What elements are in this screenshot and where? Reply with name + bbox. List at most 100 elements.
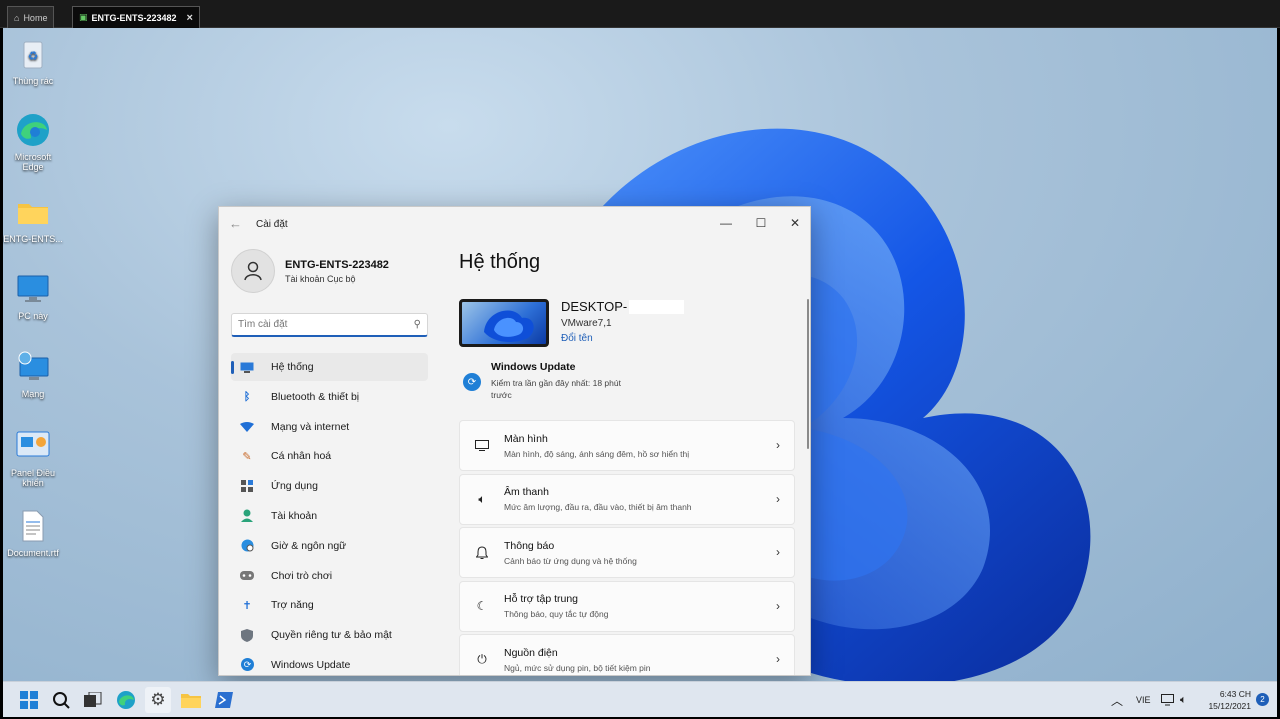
sidebar-item-label: Tài khoản <box>271 509 318 522</box>
task-view-button[interactable] <box>80 687 106 713</box>
card-title: Nguồn điện <box>504 646 558 659</box>
scrollbar[interactable] <box>807 299 809 449</box>
sidebar-item-system[interactable]: Hệ thống <box>231 353 428 381</box>
card-subtitle: Màn hình, độ sáng, ánh sáng đêm, hồ sơ h… <box>504 448 690 459</box>
chevron-right-icon: › <box>776 491 780 506</box>
host-tab-label: Home <box>23 12 48 23</box>
sidebar-item-label: Trợ năng <box>271 599 314 612</box>
close-button[interactable]: ✕ <box>778 211 810 235</box>
sidebar-nav: Hệ thống ᛒ Bluetooth & thiết bị Mạng và … <box>231 353 428 675</box>
sidebar-item-label: Cá nhân hoá <box>271 450 332 463</box>
task-view-icon <box>84 692 102 707</box>
edge-icon <box>117 691 135 709</box>
input-language[interactable]: VIE <box>1136 682 1151 718</box>
taskbar: ⚙ ︿ VIE 🔈︎ 6:43 CH 15/12/2021 2 <box>3 681 1277 717</box>
windows-update-status[interactable]: ⟳ Windows Update Kiểm tra lần gần đây nh… <box>463 361 621 401</box>
accessibility-icon: ✝ <box>242 599 252 612</box>
volume-tray[interactable]: 🔈︎ <box>1180 682 1187 718</box>
desktop-icon-edge[interactable]: Microsoft Edge <box>3 112 63 172</box>
redacted-device-suffix <box>629 299 685 314</box>
host-tab-vm[interactable]: ▣ ENTG-ENTS-223482 × <box>72 6 200 28</box>
card-display[interactable]: Màn hình Màn hình, độ sáng, ánh sáng đêm,… <box>459 420 795 471</box>
user-profile[interactable]: ENTG-ENTS-223482 Tài khoản Cục bộ <box>231 249 389 293</box>
taskbar-powershell[interactable] <box>211 687 237 713</box>
taskbar-edge[interactable] <box>113 687 139 713</box>
card-title: Hỗ trợ tập trung <box>504 593 579 605</box>
close-tab-icon[interactable]: × <box>187 12 193 24</box>
desktop-icon-recycle-bin[interactable]: ♻ Thùng rác <box>3 36 63 86</box>
sidebar-item-time-language[interactable]: Giờ & ngôn ngữ <box>231 532 428 560</box>
desktop-icon-folder[interactable]: ENTG-ENTS... <box>3 194 63 244</box>
sidebar-item-label: Giờ & ngôn ngữ <box>271 539 347 552</box>
settings-cards: Màn hình Màn hình, độ sáng, ánh sáng đêm,… <box>459 420 795 675</box>
moon-icon: ☾ <box>476 599 488 613</box>
control-panel-icon <box>15 428 51 464</box>
notification-badge[interactable]: 2 <box>1256 693 1269 706</box>
host-tab-bar: ⌂ Home ▣ ENTG-ENTS-223482 × <box>0 0 1280 28</box>
chevron-right-icon: › <box>776 438 780 452</box>
powershell-icon <box>215 692 233 708</box>
back-arrow-icon[interactable]: ← <box>229 216 242 231</box>
home-icon: ⌂ <box>14 12 20 23</box>
sidebar-item-apps[interactable]: Ứng dụng <box>231 472 428 500</box>
card-notifications[interactable]: Thông báo Cảnh báo từ ứng dụng và hệ thốn… <box>459 527 795 578</box>
network-tray[interactable] <box>1161 682 1174 718</box>
profile-account-type: Tài khoản Cục bộ <box>285 273 356 284</box>
sidebar-item-windows-update[interactable]: ⟳ Windows Update <box>231 651 428 675</box>
shield-icon <box>239 627 255 643</box>
search-button[interactable] <box>48 687 74 713</box>
vm-icon: ▣ <box>79 12 88 22</box>
rename-link[interactable]: Đổi tên <box>561 333 684 344</box>
apps-icon <box>239 478 255 494</box>
page-title: Hệ thống <box>459 251 541 273</box>
search-box[interactable]: ⚲ <box>231 313 428 337</box>
taskbar-settings[interactable]: ⚙ <box>145 687 171 713</box>
folder-icon <box>181 694 201 708</box>
sidebar-item-label: Chơi trò chơi <box>271 569 333 582</box>
sidebar-item-accessibility[interactable]: ✝ Trợ năng <box>231 591 428 619</box>
wifi-icon <box>239 419 255 435</box>
taskbar-file-explorer[interactable] <box>178 687 204 713</box>
gamepad-icon <box>239 568 255 584</box>
sidebar-item-network[interactable]: Mạng và internet <box>231 413 428 441</box>
main-content: Hệ thống DESKTOP- VMware7,1 Đổi tên ⟳ Wi… <box>459 239 804 675</box>
host-tab-home[interactable]: ⌂ Home <box>7 6 55 28</box>
update-icon: ⟳ <box>239 657 255 673</box>
sidebar-item-bluetooth[interactable]: ᛒ Bluetooth & thiết bị <box>231 383 428 411</box>
card-sound[interactable]: 🔈︎ Âm thanh Mức âm lượng, đầu ra, đầu vào… <box>459 473 795 525</box>
clock[interactable]: 6:43 CH 15/12/2021 <box>1208 688 1251 712</box>
sidebar-item-accounts[interactable]: Tài khoản <box>231 502 428 530</box>
sidebar-item-label: Hệ thống <box>271 361 314 373</box>
card-subtitle: Ngủ, mức sử dụng pin, bộ tiết kiệm pin <box>504 662 651 673</box>
desktop-icon-label: Mạng <box>21 389 45 399</box>
start-button[interactable] <box>16 687 42 713</box>
desktop-icon-label: Microsoft Edge <box>14 152 52 172</box>
desktop-icon-control-panel[interactable]: Panel Điều khiển <box>3 428 63 488</box>
sidebar: ENTG-ENTS-223482 Tài khoản Cục bộ ⚲ Hệ t… <box>219 239 439 675</box>
power-icon: ⏻ <box>477 652 487 666</box>
person-icon <box>239 508 255 524</box>
globe-clock-icon <box>239 538 255 554</box>
minimize-button[interactable]: — <box>709 211 743 235</box>
card-subtitle: Thông báo, quy tắc tự động <box>504 609 609 619</box>
search-input[interactable] <box>238 319 414 330</box>
desktop-icon-this-pc[interactable]: PC này <box>3 271 63 321</box>
language-label: VIE <box>1136 695 1151 705</box>
card-title: Âm thanh <box>504 486 549 498</box>
bluetooth-icon: ᛒ <box>243 390 251 403</box>
sidebar-item-gaming[interactable]: Chơi trò chơi <box>231 562 428 590</box>
gear-icon: ⚙ <box>150 690 166 709</box>
card-subtitle: Cảnh báo từ ứng dụng và hệ thống <box>504 555 637 566</box>
desktop-icon-network[interactable]: Mạng <box>3 349 63 399</box>
show-hidden-icons[interactable]: ︿ <box>1111 682 1123 718</box>
windows-logo-icon <box>20 691 38 709</box>
settings-window: ← Cài đặt — ☐ ✕ ENTG-ENTS-223482 Tài kho… <box>218 206 811 676</box>
card-title: Thông báo <box>504 539 555 552</box>
sidebar-item-privacy[interactable]: Quyền riêng tư & bảo mật <box>231 621 428 649</box>
svg-text:⟳: ⟳ <box>243 660 251 670</box>
sidebar-item-personalization[interactable]: ✎ Cá nhân hoá <box>231 442 428 470</box>
card-focus-assist[interactable]: ☾ Hỗ trợ tập trung Thông báo, quy tắc tự … <box>459 580 795 632</box>
maximize-button[interactable]: ☐ <box>744 211 778 235</box>
card-power[interactable]: ⏻ Nguồn điện Ngủ, mức sử dụng pin, bộ tiế… <box>459 634 795 675</box>
desktop-icon-document[interactable]: Document.rtf <box>3 508 63 558</box>
